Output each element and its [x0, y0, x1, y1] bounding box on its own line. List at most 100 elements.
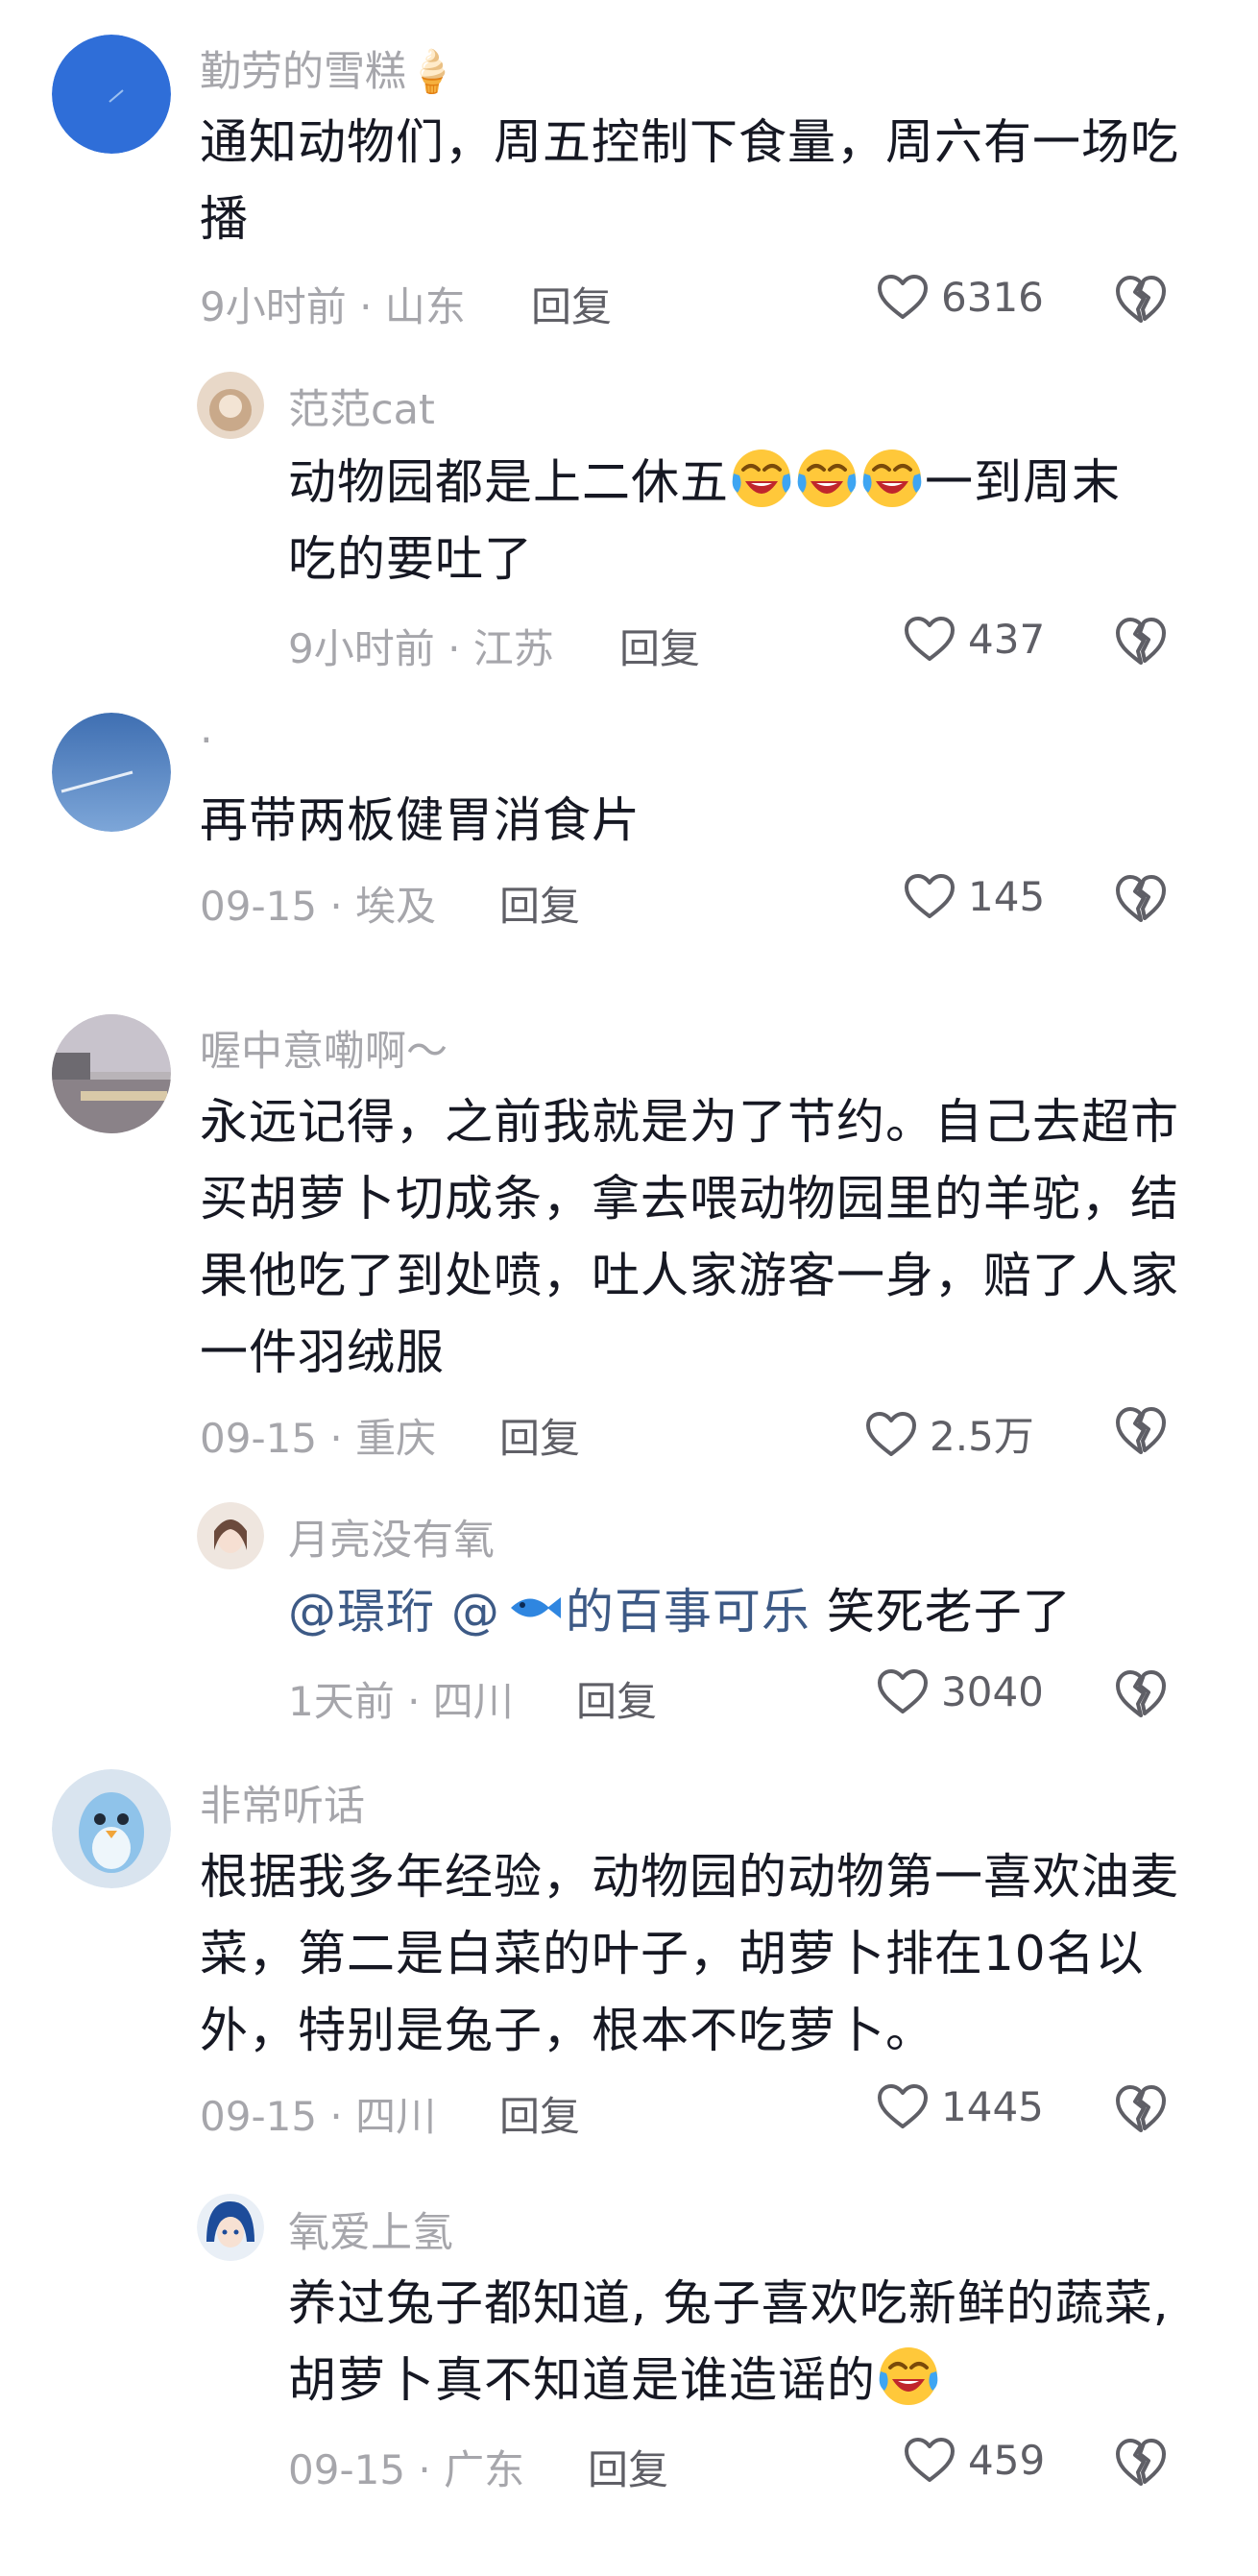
timestamp: 09-15	[200, 2093, 318, 2140]
mention-link[interactable]: @ 的百事可乐	[451, 1584, 810, 1640]
text-segment: 一到周末	[925, 454, 1121, 510]
like-button[interactable]: 145	[903, 872, 1045, 920]
broken-heart-icon[interactable]	[1114, 2082, 1168, 2134]
heart-icon	[903, 615, 956, 663]
broken-heart-icon[interactable]	[1114, 273, 1168, 325]
broken-heart-icon[interactable]	[1114, 872, 1168, 924]
reply-button[interactable]: 回复	[499, 874, 580, 933]
comment-meta: 09-15 · 埃及	[200, 874, 436, 933]
comment-text: 通知动物们，周五控制下食量，周六有一场吃 播	[200, 104, 1218, 257]
comment-text-line: 养过兔子都知道, 兔子喜欢吃新鲜的蔬菜,	[288, 2275, 1170, 2331]
like-count: 3040	[941, 1667, 1044, 1715]
broken-heart-icon[interactable]	[1114, 1404, 1168, 1456]
comment-text-line: 吃的要吐了	[288, 531, 533, 587]
avatar[interactable]	[52, 1014, 171, 1133]
fish-emoji-icon	[510, 1597, 561, 1618]
like-count: 437	[968, 615, 1046, 663]
separator: ·	[317, 2093, 356, 2140]
like-count: 1445	[941, 2082, 1044, 2130]
like-count: 6316	[941, 273, 1044, 321]
separator: ·	[394, 1678, 433, 1725]
reply-button[interactable]: 回复	[499, 2084, 580, 2143]
heart-icon	[903, 2436, 956, 2484]
username[interactable]: 氧爱上氢	[288, 2199, 453, 2259]
username[interactable]: 范范cat	[288, 377, 435, 436]
comment-text: 养过兔子都知道, 兔子喜欢吃新鲜的蔬菜, 胡萝卜真不知道是谁造谣的	[288, 2265, 1258, 2418]
crying-laughing-emoji-icon	[860, 447, 924, 510]
broken-heart-icon[interactable]	[1114, 615, 1168, 667]
like-button[interactable]: 2.5万	[864, 1404, 1034, 1463]
comment-text-line: 动物园都是上二休五 一到周末	[288, 444, 1258, 521]
avatar[interactable]	[52, 713, 171, 832]
timestamp: 09-15	[200, 883, 318, 930]
reply-button[interactable]: 回复	[531, 275, 612, 333]
separator: ·	[317, 883, 356, 930]
like-count: 145	[968, 872, 1046, 920]
comment-text-line: @璟珩 @ 的百事可乐 笑死老子了	[288, 1573, 1258, 1650]
comment-text-line: 胡萝卜真不知道是谁造谣的	[288, 2342, 1258, 2418]
timestamp: 1天前	[288, 1678, 395, 1725]
username[interactable]: 喔中意嘞啊～	[200, 1018, 448, 1078]
like-button[interactable]: 6316	[876, 273, 1044, 321]
comment-text: 再带两板健胃消食片	[200, 792, 641, 848]
like-count: 459	[968, 2436, 1046, 2484]
reply-button[interactable]: 回复	[588, 2438, 668, 2496]
mention-suffix: 的百事可乐	[565, 1584, 810, 1640]
timestamp: 9小时前	[200, 283, 347, 330]
username[interactable]: 月亮没有氧	[288, 1507, 495, 1567]
location: 埃及	[355, 883, 437, 930]
separator: ·	[434, 625, 473, 672]
avatar[interactable]	[52, 35, 171, 154]
comment-text-line: 根据我多年经验，动物园的动物第一喜欢油麦	[200, 1849, 1179, 1905]
comment-text-line: 永远记得，之前我就是为了节约。自己去超市	[200, 1094, 1179, 1150]
heart-icon	[864, 1410, 918, 1458]
comment-text-line: 通知动物们，周五控制下食量，周六有一场吃	[200, 114, 1179, 170]
text-segment: 胡萝卜真不知道是谁造谣的	[288, 2352, 876, 2408]
crying-laughing-emoji-icon	[730, 447, 793, 510]
broken-heart-icon[interactable]	[1114, 2436, 1168, 2488]
username[interactable]: ·	[200, 717, 213, 765]
comment-meta: 09-15 · 四川	[200, 2084, 436, 2143]
like-button[interactable]: 459	[903, 2436, 1045, 2484]
mention-prefix: @	[450, 1584, 500, 1640]
comment-text-line: 买胡萝卜切成条，拿去喂动物园里的羊驼，结	[200, 1171, 1179, 1227]
reply-button[interactable]: 回复	[499, 1406, 580, 1465]
heart-icon	[876, 1667, 930, 1715]
location: 山东	[384, 283, 466, 330]
crying-laughing-emoji-icon	[795, 447, 859, 510]
username[interactable]: 勤劳的雪糕🍦	[200, 38, 458, 98]
comment-text-line: 果他吃了到处喷，吐人家游客一身，赔了人家	[200, 1248, 1179, 1303]
location: 四川	[355, 2093, 437, 2140]
location: 重庆	[355, 1415, 437, 1462]
timestamp: 9小时前	[288, 625, 435, 672]
heart-icon	[876, 2082, 930, 2130]
heart-icon	[876, 273, 930, 321]
mention-link[interactable]: @璟珩	[288, 1584, 435, 1640]
comment-meta: 1天前 · 四川	[288, 1669, 514, 1728]
broken-heart-icon[interactable]	[1114, 1667, 1168, 1719]
comment-text: 动物园都是上二休五 一到周末 吃的要吐了	[288, 444, 1258, 597]
avatar[interactable]	[52, 1769, 171, 1888]
comment-text-line: 一件羽绒服	[200, 1324, 445, 1380]
comment-text: 根据我多年经验，动物园的动物第一喜欢油麦 菜，第二是白菜的叶子，胡萝卜排在10名…	[200, 1838, 1218, 2069]
comment-text-line: 菜，第二是白菜的叶子，胡萝卜排在10名以	[200, 1926, 1145, 1981]
comment-text-line: 外，特别是兔子，根本不吃萝卜。	[200, 2003, 934, 2058]
avatar[interactable]	[197, 1502, 264, 1569]
like-count: 2.5万	[930, 1413, 1034, 1460]
username[interactable]: 非常听话	[200, 1773, 365, 1833]
comment-meta: 09-15 · 广东	[288, 2438, 524, 2496]
avatar[interactable]	[197, 372, 264, 439]
like-button[interactable]: 1445	[876, 2082, 1044, 2130]
location: 江苏	[472, 625, 554, 672]
text-segment: 笑死老子了	[826, 1584, 1072, 1640]
like-button[interactable]: 437	[903, 615, 1045, 663]
like-button[interactable]: 3040	[876, 1667, 1044, 1715]
avatar[interactable]	[197, 2194, 264, 2261]
comment-text: @璟珩 @ 的百事可乐 笑死老子了	[288, 1573, 1258, 1650]
reply-button[interactable]: 回复	[619, 617, 700, 675]
reply-button[interactable]: 回复	[576, 1669, 657, 1728]
separator: ·	[405, 2446, 445, 2493]
timestamp: 09-15	[288, 2446, 406, 2493]
location: 四川	[432, 1678, 514, 1725]
text-segment: 动物园都是上二休五	[288, 454, 729, 510]
